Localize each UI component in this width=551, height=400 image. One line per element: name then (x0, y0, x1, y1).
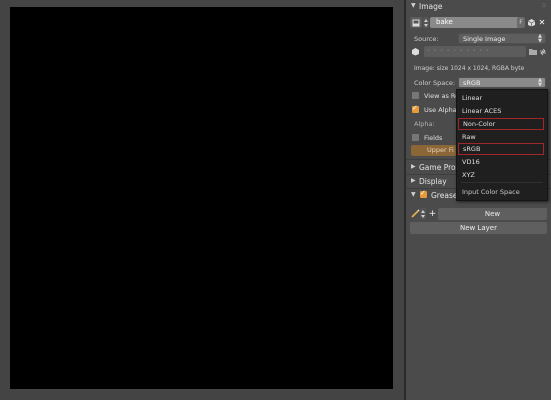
color-space-menu: Linear Linear ACES Non-Color Raw sRGB VD… (456, 89, 548, 201)
pencil-icon (410, 208, 420, 219)
filepath-value: • • • • • • • • • • (427, 48, 490, 54)
browse-arrows-icon[interactable] (420, 208, 426, 219)
menu-footer-label: Input Color Space (462, 188, 520, 196)
image-canvas[interactable] (10, 7, 393, 389)
menu-item-label: Linear (462, 94, 483, 102)
drag-grip-icon[interactable]: ::: (542, 2, 546, 9)
menu-item-linear-aces[interactable]: Linear ACES (457, 105, 547, 117)
menu-item-srgb[interactable]: sRGB (458, 143, 544, 155)
browse-arrows-icon[interactable] (423, 17, 429, 28)
menu-item-label: sRGB (463, 145, 481, 153)
color-space-select[interactable]: sRGB ▲ ▼ (458, 77, 546, 88)
select-arrows-icon: ▲ ▼ (538, 77, 542, 88)
image-panel-title: Image (419, 2, 443, 11)
view-as-render-label: View as Re (424, 92, 460, 100)
menu-item-vd16[interactable]: VD16 (457, 156, 547, 168)
file-browse-icon[interactable] (528, 46, 537, 57)
view-as-render-checkbox[interactable] (412, 92, 419, 99)
filepath-field[interactable]: • • • • • • • • • • (424, 46, 526, 57)
menu-item-non-color[interactable]: Non-Color (458, 118, 544, 130)
fake-user-button[interactable]: F (517, 17, 525, 28)
grease-pencil-enable-checkbox[interactable] (420, 189, 427, 198)
collapsed-triangle-icon: ▶ (411, 177, 416, 184)
filepath-row: • • • • • • • • • • (410, 46, 547, 58)
image-panel-header[interactable]: ▼ Image ::: (406, 1, 551, 13)
display-panel-title: Display (419, 177, 447, 186)
menu-item-xyz[interactable]: XYZ (457, 169, 547, 181)
packed-file-icon[interactable] (410, 46, 421, 57)
collapsed-triangle-icon: ▶ (411, 163, 416, 170)
image-name-field[interactable]: bake (430, 17, 520, 28)
color-space-label: Color Space: (414, 79, 456, 87)
menu-item-label: Raw (462, 133, 476, 141)
menu-item-label: Linear ACES (462, 107, 502, 115)
color-space-value: sRGB (463, 79, 481, 87)
source-value: Single Image (463, 35, 506, 43)
menu-title-input-color-space: Input Color Space (457, 186, 547, 198)
menu-item-label: VD16 (462, 158, 480, 166)
select-arrows-icon: ▲ ▼ (538, 33, 542, 44)
image-browse-icon[interactable] (410, 17, 422, 28)
menu-item-label: XYZ (462, 171, 475, 179)
upper-first-label: Upper Fi (427, 146, 454, 154)
expanded-triangle-icon: ▼ (411, 2, 416, 9)
fields-label: Fields (424, 134, 443, 142)
game-properties-title: Game Prop (419, 163, 461, 172)
expanded-triangle-icon: ▼ (411, 191, 416, 198)
upper-first-button[interactable]: Upper Fi (411, 145, 456, 156)
pack-image-icon[interactable] (526, 17, 536, 28)
menu-item-label: Non-Color (463, 120, 496, 128)
image-info-text: Image: size 1024 x 1024, RGBA byte (414, 65, 525, 72)
menu-item-linear[interactable]: Linear (457, 92, 547, 104)
reload-icon[interactable] (538, 46, 547, 57)
image-datablock-row: bake F ✕ (410, 17, 547, 29)
source-label: Source: (414, 35, 439, 43)
source-select[interactable]: Single Image ▲ ▼ (458, 33, 546, 44)
grease-pencil-title: Grease (431, 191, 458, 200)
menu-separator (461, 182, 543, 183)
image-name-value: bake (436, 18, 453, 26)
unlink-image-icon[interactable]: ✕ (537, 17, 547, 28)
alpha-label: Alpha: (414, 120, 435, 128)
menu-item-raw[interactable]: Raw (457, 131, 547, 143)
grease-pencil-new-button[interactable]: New (438, 208, 547, 220)
image-editor-viewport[interactable] (0, 0, 404, 400)
new-layer-button[interactable]: New Layer (410, 222, 547, 234)
add-icon[interactable]: + (428, 208, 437, 219)
use-alpha-checkbox[interactable] (412, 104, 419, 113)
fields-checkbox[interactable] (412, 134, 419, 141)
use-alpha-label: Use Alpha (424, 106, 457, 114)
